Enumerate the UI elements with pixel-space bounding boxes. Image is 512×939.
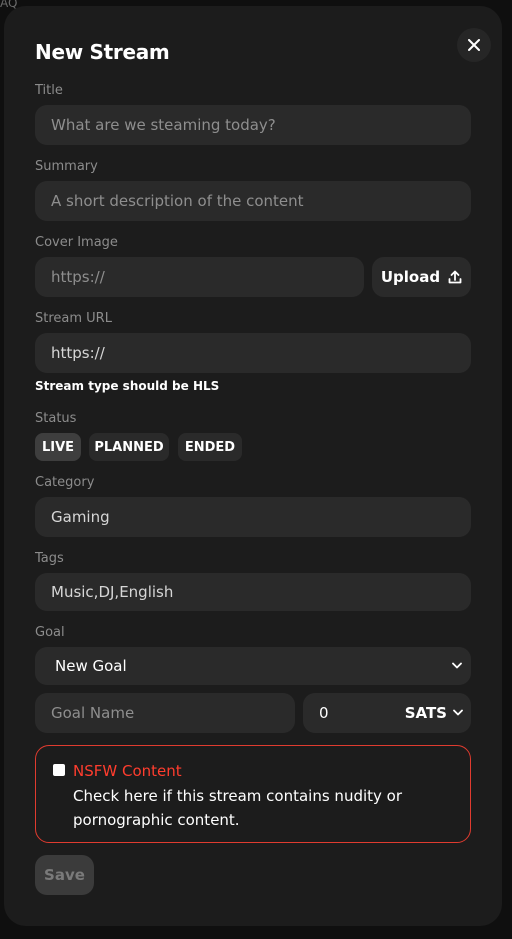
goal-amount-value[interactable]: 0 <box>319 704 329 722</box>
modal-title: New Stream <box>35 40 170 64</box>
close-button[interactable] <box>457 28 491 62</box>
nsfw-description: Check here if this stream contains nudit… <box>73 787 403 829</box>
goal-name-placeholder: Goal Name <box>51 704 135 722</box>
title-placeholder: What are we steaming today? <box>51 116 276 134</box>
tags-input[interactable]: Music,DJ,English <box>35 573 471 611</box>
tags-label: Tags <box>35 551 64 566</box>
status-live-pill[interactable]: LIVE <box>35 433 81 461</box>
summary-input[interactable]: A short description of the content <box>35 181 471 221</box>
goal-name-input[interactable]: Goal Name <box>35 693 295 733</box>
stream-url-hint: Stream type should be HLS <box>35 379 220 393</box>
cover-image-placeholder: https:// <box>51 268 105 286</box>
save-button[interactable]: Save <box>35 855 94 895</box>
title-label: Title <box>35 83 63 98</box>
stream-url-label: Stream URL <box>35 311 112 326</box>
close-icon <box>468 39 480 51</box>
category-label: Category <box>35 475 95 490</box>
stream-url-value: https:// <box>51 344 105 362</box>
category-input[interactable]: Gaming <box>35 497 471 537</box>
chevron-down-icon <box>452 662 462 669</box>
upload-icon <box>448 270 462 284</box>
status-planned-pill[interactable]: PLANNED <box>89 433 169 461</box>
status-label: Status <box>35 411 77 426</box>
nsfw-title: NSFW Content <box>73 762 182 780</box>
title-input[interactable]: What are we steaming today? <box>35 105 471 145</box>
goal-select-value: New Goal <box>55 657 127 675</box>
cover-image-label: Cover Image <box>35 235 118 250</box>
status-ended-pill[interactable]: ENDED <box>178 433 242 461</box>
goal-select[interactable]: New Goal <box>35 647 471 685</box>
goal-label: Goal <box>35 625 65 640</box>
cover-image-input[interactable]: https:// <box>35 257 364 297</box>
stream-url-input[interactable]: https:// <box>35 333 471 373</box>
chevron-down-icon <box>453 709 463 716</box>
nsfw-checkbox[interactable] <box>53 764 65 776</box>
tags-value: Music,DJ,English <box>51 583 174 601</box>
goal-unit-select[interactable]: SATS <box>405 704 447 722</box>
upload-button[interactable]: Upload <box>372 257 471 297</box>
upload-button-label: Upload <box>380 268 441 286</box>
category-value: Gaming <box>51 508 110 526</box>
summary-label: Summary <box>35 159 98 174</box>
nsfw-box: NSFW Content Check here if this stream c… <box>35 745 471 843</box>
goal-amount-field[interactable]: 0 SATS <box>303 693 471 733</box>
summary-placeholder: A short description of the content <box>51 192 304 210</box>
